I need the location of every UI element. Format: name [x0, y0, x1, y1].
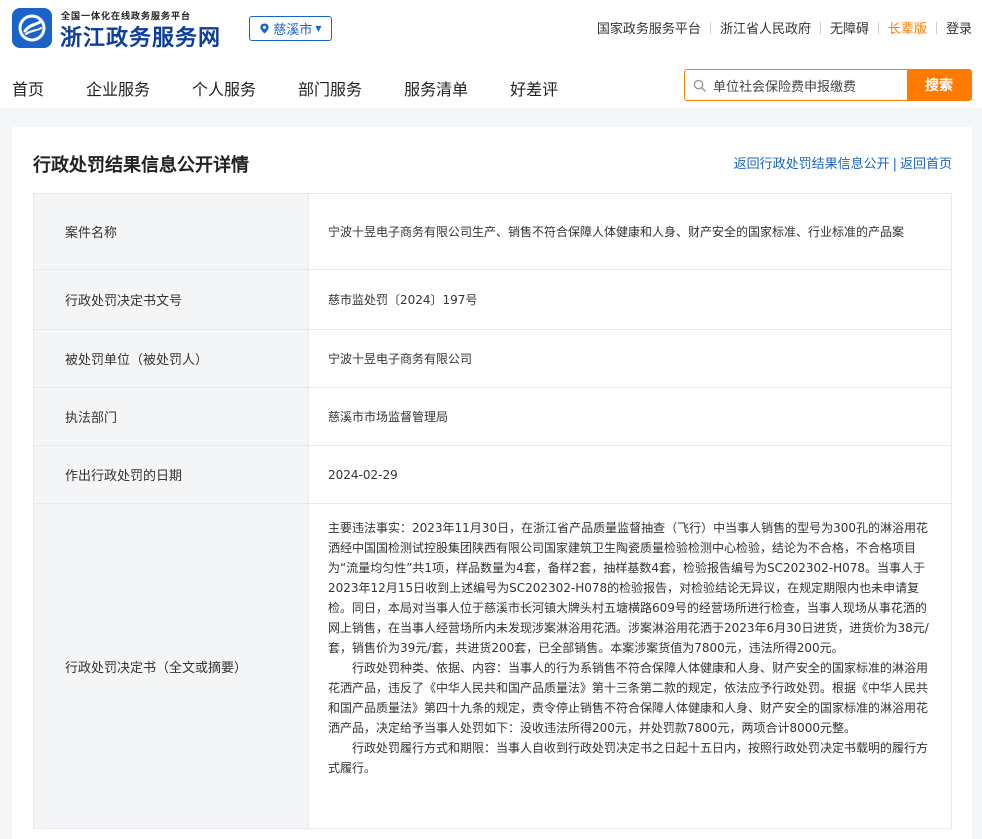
penalty-info-table: 案件名称 宁波十昱电子商务有限公司生产、销售不符合保障人体健康和人身、财产安全的…: [33, 193, 952, 829]
link-zhejiang-government[interactable]: 浙江省人民政府: [720, 18, 811, 37]
row-label: 被处罚单位（被处罚人）: [33, 329, 309, 388]
search-icon: [685, 70, 713, 100]
table-row: 行政处罚决定书（全文或摘要） 主要违法事实：2023年11月30日，在浙江省产品…: [33, 503, 952, 829]
nav-item-department[interactable]: 部门服务: [298, 76, 362, 100]
table-row: 执法部门 慈溪市市场监督管理局: [33, 387, 952, 446]
nav-item-home[interactable]: 首页: [12, 76, 44, 100]
divider: [819, 21, 821, 34]
link-login[interactable]: 登录: [946, 18, 972, 37]
row-label: 行政处罚决定书（全文或摘要）: [33, 503, 309, 829]
decision-content-value: 主要违法事实：2023年11月30日，在浙江省产品质量监督抽查（飞行）中当事人销…: [308, 503, 952, 829]
table-row: 作出行政处罚的日期 2024-02-29: [33, 445, 952, 504]
row-label: 案件名称: [33, 193, 309, 270]
site-header: 全国一体化在线政务服务平台 浙江政务服务网 慈溪市 ▼ 国家政务服务平台 浙江省…: [0, 0, 982, 108]
region-label: 慈溪市: [273, 23, 313, 38]
row-label: 作出行政处罚的日期: [33, 445, 309, 504]
region-selector[interactable]: 慈溪市 ▼: [249, 16, 332, 41]
detail-card: 行政处罚结果信息公开详情 返回行政处罚结果信息公开 | 返回首页 案件名称 宁波十昱…: [12, 127, 972, 839]
page-title: 行政处罚结果信息公开详情: [33, 155, 249, 176]
search-input[interactable]: [713, 70, 907, 100]
divider: [877, 21, 879, 34]
link-back-to-list[interactable]: 返回行政处罚结果信息公开: [734, 157, 890, 172]
back-links: 返回行政处罚结果信息公开 | 返回首页: [734, 153, 952, 172]
penalized-party-value: 宁波十昱电子商务有限公司: [308, 329, 952, 388]
decision-paragraph-basis: 行政处罚种类、依据、内容：当事人的行为系销售不符合保障人体健康和人身、财产安全的…: [328, 661, 929, 735]
case-name-value: 宁波十昱电子商务有限公司生产、销售不符合保障人体健康和人身、财产安全的国家标准、…: [308, 193, 952, 270]
nav-item-enterprise[interactable]: 企业服务: [86, 76, 150, 100]
row-label: 行政处罚决定书文号: [33, 269, 309, 330]
link-elder-mode[interactable]: 长辈版: [888, 18, 927, 37]
link-accessibility[interactable]: 无障碍: [830, 18, 869, 37]
penalty-date-value: 2024-02-29: [308, 445, 952, 504]
table-row: 案件名称 宁波十昱电子商务有限公司生产、销售不符合保障人体健康和人身、财产安全的…: [33, 193, 952, 270]
decision-paragraph-execution: 行政处罚履行方式和期限：当事人自收到行政处罚决定书之日起十五日内，按照行政处罚决…: [328, 741, 929, 775]
decision-paragraph-facts: 主要违法事实：2023年11月30日，在浙江省产品质量监督抽查（飞行）中当事人销…: [328, 521, 929, 655]
divider: [935, 21, 937, 34]
search-button[interactable]: 搜索: [907, 70, 971, 100]
site-logo[interactable]: [12, 8, 52, 48]
top-links: 国家政务服务平台 浙江省人民政府 无障碍 长辈版 登录: [597, 18, 972, 37]
nav-item-personal[interactable]: 个人服务: [192, 76, 256, 100]
chevron-down-icon: ▼: [315, 24, 322, 33]
nav-item-rating[interactable]: 好差评: [510, 76, 558, 100]
search-bar: 搜索: [684, 69, 972, 101]
nav-item-service-list[interactable]: 服务清单: [404, 76, 468, 100]
location-pin-icon: [260, 23, 270, 34]
table-row: 行政处罚决定书文号 慈市监处罚〔2024〕197号: [33, 269, 952, 330]
enforcement-department-value: 慈溪市市场监督管理局: [308, 387, 952, 446]
logo-icon: [18, 14, 46, 42]
link-back-home[interactable]: 返回首页: [900, 157, 952, 172]
decision-number-value: 慈市监处罚〔2024〕197号: [308, 269, 952, 330]
row-label: 执法部门: [33, 387, 309, 446]
link-separator: |: [892, 157, 897, 172]
table-row: 被处罚单位（被处罚人） 宁波十昱电子商务有限公司: [33, 329, 952, 388]
divider: [709, 21, 711, 34]
main-nav: 首页 企业服务 个人服务 部门服务 服务清单 好差评: [12, 76, 600, 100]
link-national-platform[interactable]: 国家政务服务平台: [597, 18, 701, 37]
logo-title[interactable]: 浙江政务服务网: [60, 20, 221, 52]
